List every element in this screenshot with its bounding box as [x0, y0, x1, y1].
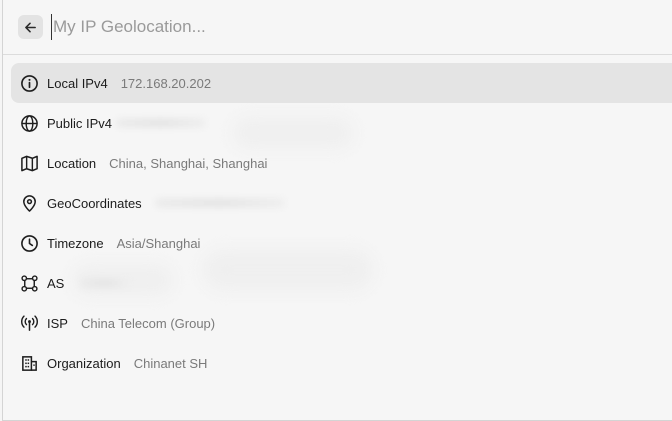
item-label: ISP: [47, 315, 68, 331]
search-bar: [3, 0, 672, 55]
item-label: Organization: [47, 355, 121, 371]
item-label: GeoCoordinates: [47, 195, 142, 211]
info-circle-icon: [19, 73, 39, 93]
building-icon: [19, 353, 39, 373]
list-item-local-ipv4[interactable]: Local IPv4 172.168.20.202: [11, 63, 672, 103]
item-value: China, Shanghai, Shanghai: [109, 155, 268, 171]
list-item-isp[interactable]: ISP China Telecom (Group): [11, 303, 672, 343]
item-value: Chinanet SH: [133, 355, 208, 371]
item-label: AS: [47, 275, 65, 291]
list-item-as[interactable]: AS: [11, 263, 672, 303]
list-item-organization[interactable]: Organization Chinanet SH: [11, 343, 672, 383]
item-label: Timezone: [47, 235, 104, 251]
map-pin-icon: [19, 193, 39, 213]
item-value: Asia/Shanghai: [116, 235, 201, 251]
item-value: 172.168.20.202: [120, 75, 212, 91]
list-item-geocoordinates[interactable]: GeoCoordinates: [11, 183, 672, 223]
extension-window: Local IPv4 172.168.20.202 Public IPv4: [2, 0, 672, 421]
clock-icon: [19, 233, 39, 253]
arrow-left-icon: [25, 22, 36, 32]
map-icon: [19, 153, 39, 173]
redacted-value: [154, 198, 285, 208]
item-label: Public IPv4: [47, 115, 113, 131]
list-item-location[interactable]: Location China, Shanghai, Shanghai: [11, 143, 672, 183]
network-nodes-icon: [19, 273, 39, 293]
list-item-timezone[interactable]: Timezone Asia/Shanghai: [11, 223, 672, 263]
search-input[interactable]: [51, 14, 633, 40]
broadcast-antenna-icon: [19, 313, 39, 333]
item-label: Local IPv4: [47, 75, 108, 91]
globe-icon: [19, 113, 39, 133]
item-value: China Telecom (Group): [80, 315, 216, 331]
redacted-value: [116, 118, 207, 128]
list-item-public-ipv4[interactable]: Public IPv4: [11, 103, 672, 143]
redacted-value: [80, 278, 131, 288]
back-button[interactable]: [18, 15, 43, 39]
item-label: Location: [47, 155, 97, 171]
